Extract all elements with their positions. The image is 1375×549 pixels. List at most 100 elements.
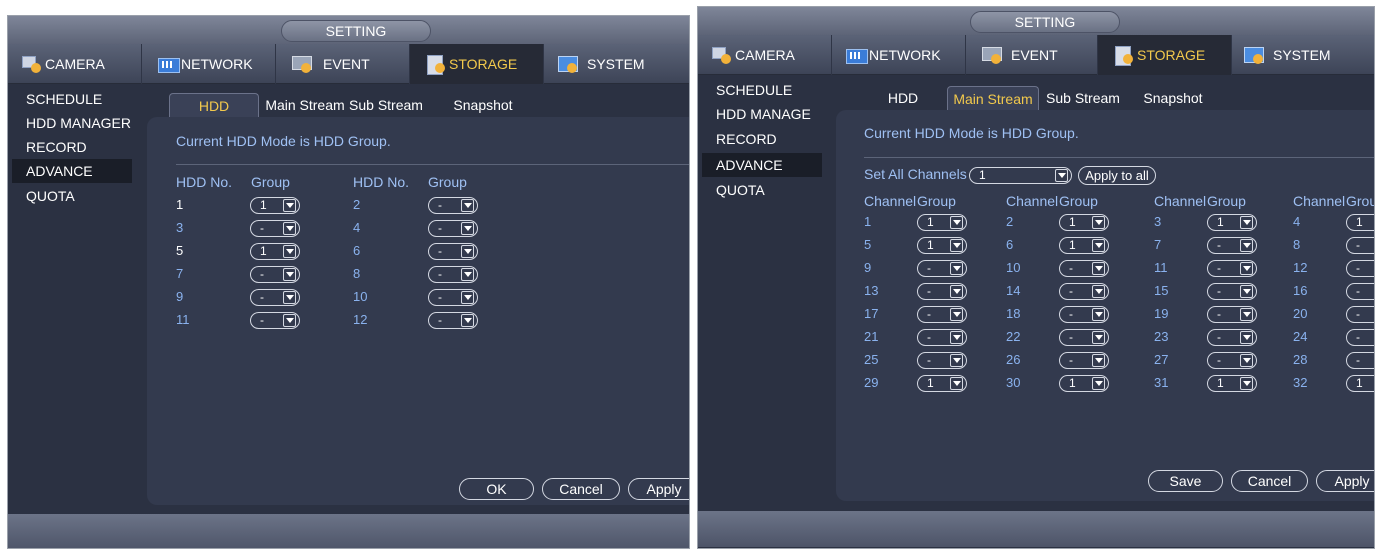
menu-network[interactable]: NETWORK bbox=[142, 44, 276, 84]
group-select[interactable]: - bbox=[250, 220, 300, 237]
menu-network[interactable]: NETWORK bbox=[832, 35, 966, 75]
group-select[interactable]: - bbox=[250, 312, 300, 329]
group-select[interactable]: - bbox=[428, 220, 478, 237]
ok-button[interactable]: OK bbox=[459, 478, 534, 500]
group-select[interactable]: - bbox=[428, 243, 478, 260]
channel-number: 22 bbox=[1006, 329, 1021, 344]
group-select[interactable]: 1 bbox=[1346, 214, 1374, 231]
group-select[interactable]: - bbox=[1346, 306, 1374, 323]
group-select[interactable]: - bbox=[1207, 283, 1257, 300]
group-select[interactable]: - bbox=[1059, 306, 1109, 323]
group-select[interactable]: 1 bbox=[1346, 375, 1374, 392]
menu-camera[interactable]: CAMERA bbox=[698, 35, 832, 75]
group-select[interactable]: - bbox=[917, 306, 967, 323]
cancel-button[interactable]: Cancel bbox=[542, 478, 620, 500]
system-icon bbox=[1244, 46, 1264, 64]
select-value: - bbox=[438, 221, 442, 235]
group-select[interactable]: - bbox=[1059, 283, 1109, 300]
group-select[interactable]: 1 bbox=[250, 197, 300, 214]
sidebar-item-record[interactable]: RECORD bbox=[12, 135, 132, 159]
menu-system[interactable]: SYSTEM bbox=[1232, 35, 1374, 75]
tab-main-stream[interactable]: Main Stream bbox=[265, 93, 345, 117]
apply-to-all-button[interactable]: Apply to all bbox=[1078, 166, 1156, 185]
select-value: - bbox=[1217, 353, 1221, 367]
sidebar-item-advance[interactable]: ADVANCE bbox=[12, 159, 132, 183]
tab-hdd[interactable]: HDD bbox=[169, 93, 259, 117]
sidebar-item-quota[interactable]: QUOTA bbox=[702, 178, 822, 202]
chevron-down-icon bbox=[1092, 262, 1105, 275]
menu-event[interactable]: EVENT bbox=[966, 35, 1098, 75]
group-select[interactable]: 1 bbox=[917, 214, 967, 231]
group-select[interactable]: - bbox=[1207, 352, 1257, 369]
sidebar-item-quota[interactable]: QUOTA bbox=[12, 184, 132, 208]
group-select[interactable]: - bbox=[1207, 260, 1257, 277]
sidebar-item-schedule[interactable]: SCHEDULE bbox=[702, 78, 822, 102]
group-select[interactable]: - bbox=[1346, 329, 1374, 346]
menu-system[interactable]: SYSTEM bbox=[544, 44, 689, 84]
sidebar-item-hdd-manager[interactable]: HDD MANAGER bbox=[12, 111, 132, 135]
group-select[interactable]: - bbox=[1059, 329, 1109, 346]
select-value: 1 bbox=[927, 376, 934, 390]
channel-number: 7 bbox=[1154, 237, 1162, 252]
channel-number: 11 bbox=[1154, 260, 1168, 275]
tab-snapshot[interactable]: Snapshot bbox=[1138, 86, 1208, 110]
tab-main-stream[interactable]: Main Stream bbox=[947, 86, 1039, 110]
tab-sub-stream[interactable]: Sub Stream bbox=[346, 93, 426, 117]
group-select[interactable]: - bbox=[917, 329, 967, 346]
select-value: - bbox=[1217, 330, 1221, 344]
group-select[interactable]: - bbox=[917, 283, 967, 300]
sidebar-item-record[interactable]: RECORD bbox=[702, 127, 822, 151]
group-select[interactable]: 1 bbox=[917, 237, 967, 254]
menu-camera[interactable]: CAMERA bbox=[8, 44, 142, 84]
menu-event[interactable]: EVENT bbox=[276, 44, 410, 84]
select-value: 1 bbox=[260, 198, 267, 212]
sidebar-item-schedule[interactable]: SCHEDULE bbox=[12, 87, 132, 111]
camera-icon bbox=[712, 46, 732, 64]
group-select[interactable]: - bbox=[1346, 260, 1374, 277]
menu-storage[interactable]: STORAGE bbox=[410, 44, 544, 84]
select-value: - bbox=[438, 244, 442, 258]
group-select[interactable]: 1 bbox=[1059, 375, 1109, 392]
menu-storage[interactable]: STORAGE bbox=[1098, 35, 1232, 75]
group-select[interactable]: 1 bbox=[1059, 214, 1109, 231]
sidebar-item-hdd-manage[interactable]: HDD MANAGE bbox=[702, 102, 822, 126]
group-select[interactable]: 1 bbox=[1207, 214, 1257, 231]
chevron-down-icon bbox=[1092, 377, 1105, 390]
group-select[interactable]: 1 bbox=[917, 375, 967, 392]
select-value: - bbox=[927, 307, 931, 321]
group-select[interactable]: - bbox=[917, 260, 967, 277]
group-select[interactable]: - bbox=[1207, 329, 1257, 346]
group-select[interactable]: - bbox=[428, 312, 478, 329]
set-all-channels-select[interactable]: 1 bbox=[969, 167, 1072, 184]
divider bbox=[864, 157, 1374, 158]
group-select[interactable]: - bbox=[428, 289, 478, 306]
group-select[interactable]: - bbox=[1059, 352, 1109, 369]
hdd-mode-text: Current HDD Mode is HDD Group. bbox=[176, 133, 391, 149]
group-select[interactable]: - bbox=[250, 266, 300, 283]
apply-button[interactable]: Apply bbox=[1316, 470, 1374, 492]
cancel-button[interactable]: Cancel bbox=[1231, 470, 1308, 492]
chevron-down-icon bbox=[950, 216, 963, 229]
tab-sub-stream[interactable]: Sub Stream bbox=[1043, 86, 1123, 110]
group-select[interactable]: 1 bbox=[250, 243, 300, 260]
group-select[interactable]: - bbox=[917, 352, 967, 369]
group-select[interactable]: - bbox=[250, 289, 300, 306]
apply-button[interactable]: Apply bbox=[628, 478, 689, 500]
group-select[interactable]: - bbox=[1207, 306, 1257, 323]
group-select[interactable]: - bbox=[428, 197, 478, 214]
sidebar-item-advance[interactable]: ADVANCE bbox=[702, 153, 822, 177]
group-select[interactable]: - bbox=[1346, 352, 1374, 369]
save-button[interactable]: Save bbox=[1148, 470, 1223, 492]
group-select[interactable]: - bbox=[1059, 260, 1109, 277]
group-select[interactable]: 1 bbox=[1207, 375, 1257, 392]
group-select[interactable]: - bbox=[1346, 283, 1374, 300]
select-value: - bbox=[1356, 238, 1360, 252]
tab-snapshot[interactable]: Snapshot bbox=[448, 93, 518, 117]
tab-hdd[interactable]: HDD bbox=[878, 86, 928, 110]
group-select[interactable]: - bbox=[1346, 237, 1374, 254]
network-icon bbox=[158, 55, 180, 73]
group-select[interactable]: - bbox=[1207, 237, 1257, 254]
group-select[interactable]: - bbox=[428, 266, 478, 283]
select-value: - bbox=[1356, 261, 1360, 275]
group-select[interactable]: 1 bbox=[1059, 237, 1109, 254]
